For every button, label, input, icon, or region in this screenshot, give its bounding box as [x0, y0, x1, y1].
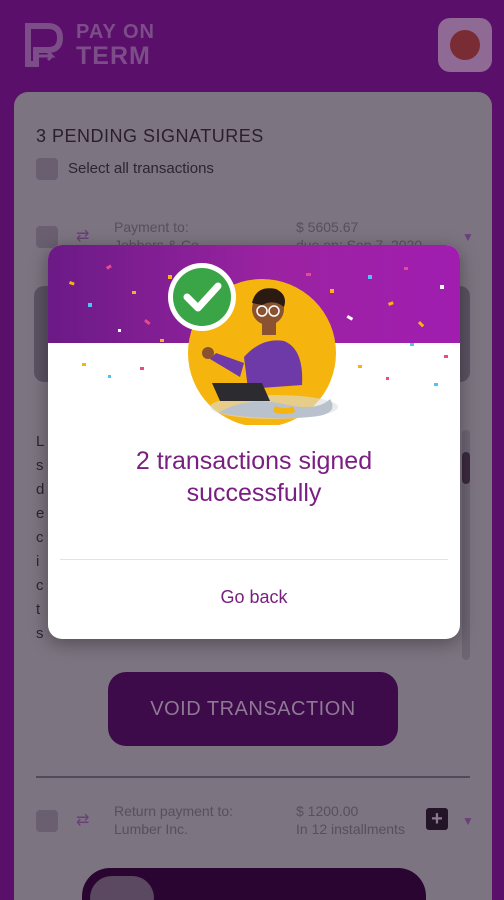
payee-label: Payment to:	[114, 219, 189, 235]
brand-line-2: TERM	[76, 42, 151, 70]
chevron-down-icon[interactable]: ▼	[462, 814, 474, 828]
select-all-checkbox[interactable]	[36, 158, 58, 180]
transfer-arrows-icon: ⇄	[76, 812, 90, 829]
amount: $ 5605.67	[296, 219, 359, 235]
scrollbar-thumb[interactable]	[462, 452, 470, 484]
transaction-payee: Return payment to: Lumber Inc.	[114, 802, 233, 838]
fox-avatar-icon	[450, 30, 480, 60]
profile-avatar-button[interactable]	[438, 18, 492, 72]
transaction-checkbox[interactable]	[36, 810, 58, 832]
go-back-button[interactable]: Go back	[154, 579, 354, 615]
payee-name: Lumber Inc.	[114, 821, 188, 837]
plus-icon[interactable]: +	[426, 808, 448, 830]
transaction-amount: $ 1200.00 In 12 installments	[296, 802, 405, 838]
bottom-toggle-knob[interactable]	[90, 876, 154, 900]
success-dialog: 2 transactions signed successfully Go ba…	[48, 245, 460, 639]
installments: In 12 installments	[296, 821, 405, 837]
success-message: 2 transactions signed successfully	[135, 447, 373, 507]
select-all-label: Select all transactions	[68, 160, 214, 177]
brand-logo-icon	[25, 23, 64, 67]
amount: $ 1200.00	[296, 803, 359, 819]
brand-line-1: PAY ON	[76, 21, 155, 43]
app-header: PAY ON TERM	[0, 0, 504, 92]
transfer-arrows-icon: ⇄	[76, 228, 90, 245]
void-transaction-button[interactable]: VOID TRANSACTION	[108, 672, 398, 746]
payee-label: Return payment to:	[114, 803, 234, 819]
chevron-down-icon[interactable]: ▼	[462, 230, 474, 244]
dialog-divider	[60, 559, 448, 560]
checkmark-icon	[168, 263, 236, 331]
section-divider	[36, 776, 470, 778]
pending-title: 3 PENDING SIGNATURES	[36, 126, 264, 146]
brand-name: PAY ON TERM	[76, 20, 155, 70]
celebration-illustration	[68, 263, 448, 425]
